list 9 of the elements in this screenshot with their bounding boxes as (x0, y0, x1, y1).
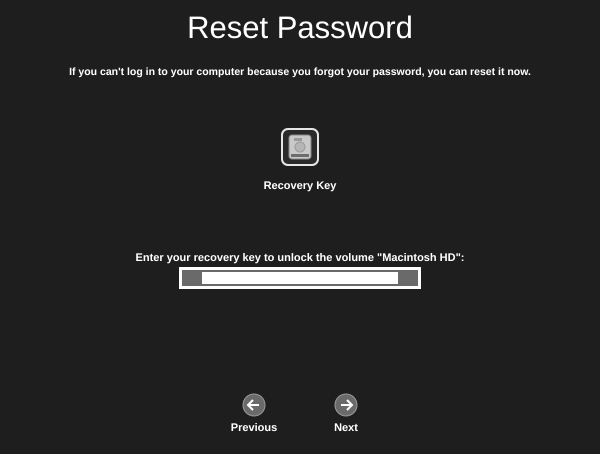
prompt-text: Enter your recovery key to unlock the volume "Macintosh HD": (136, 252, 464, 264)
hard-drive-icon (288, 134, 312, 160)
input-field[interactable] (179, 267, 421, 289)
page-title: Reset Password (187, 10, 413, 46)
next-button[interactable]: Next (322, 393, 370, 434)
drive-option[interactable] (281, 128, 319, 166)
option-label: Recovery Key (264, 180, 336, 192)
subtitle: If you can't log in to your computer because you forgot your password, you can reset it now. (69, 66, 531, 78)
previous-button[interactable]: Previous (230, 393, 278, 434)
